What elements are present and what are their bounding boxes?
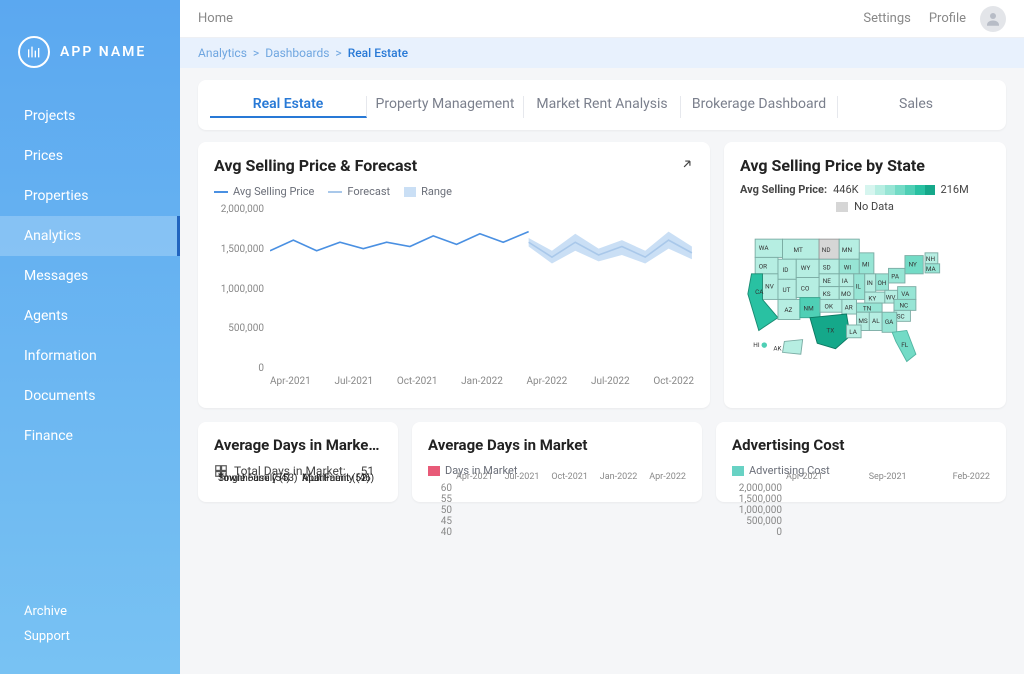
card-title: Avg Selling Price by State: [740, 156, 990, 175]
sidebar-item-information[interactable]: Information: [0, 336, 180, 376]
tab-sales[interactable]: Sales: [838, 96, 994, 118]
sidebar-nav: Projects Prices Properties Analytics Mes…: [0, 96, 180, 604]
us-map[interactable]: WA MT ND MN OR ID WY SD WI MI NE IA IL I…: [740, 213, 990, 394]
dashboard-tabs: Real Estate Property Management Market R…: [198, 80, 1006, 130]
svg-text:AZ: AZ: [785, 307, 793, 315]
sidebar-footer-support[interactable]: Support: [24, 629, 156, 644]
svg-text:IA: IA: [842, 277, 849, 285]
map-nodata: No Data: [740, 200, 990, 213]
svg-text:VA: VA: [902, 290, 911, 298]
expand-icon[interactable]: [680, 156, 694, 175]
svg-text:OK: OK: [825, 303, 833, 311]
svg-text:TX: TX: [827, 327, 835, 335]
breadcrumb-sep: >: [335, 46, 341, 60]
topbar-home[interactable]: Home: [198, 11, 233, 26]
svg-text:MS: MS: [859, 318, 869, 326]
topbar-settings[interactable]: Settings: [863, 11, 910, 26]
map-legend: Avg Selling Price: 446K 216M: [740, 183, 990, 196]
app-logo: APP NAME: [0, 0, 180, 96]
sidebar-item-prices[interactable]: Prices: [0, 136, 180, 176]
svg-text:OH: OH: [878, 279, 887, 287]
legend-avg: Avg Selling Price: [214, 185, 314, 198]
tab-brokerage[interactable]: Brokerage Dashboard: [681, 96, 838, 118]
svg-text:ID: ID: [783, 266, 789, 274]
svg-text:ND: ND: [822, 246, 831, 254]
svg-text:NE: NE: [823, 277, 832, 285]
breadcrumb-level2[interactable]: Dashboards: [265, 46, 329, 60]
card-forecast: Avg Selling Price & Forecast Avg Selling…: [198, 142, 710, 408]
sidebar: APP NAME Projects Prices Properties Anal…: [0, 0, 180, 674]
logo-icon: [18, 36, 50, 68]
svg-text:UT: UT: [783, 287, 791, 295]
svg-text:HI: HI: [754, 341, 761, 349]
svg-text:MN: MN: [842, 246, 853, 254]
svg-text:CA: CA: [755, 288, 764, 296]
card-title: Average Days in Marke…: [214, 436, 382, 454]
sidebar-item-projects[interactable]: Projects: [0, 96, 180, 136]
svg-text:IL: IL: [856, 283, 862, 291]
svg-text:MI: MI: [862, 261, 870, 269]
card-map: Avg Selling Price by State Avg Selling P…: [724, 142, 1006, 408]
svg-text:FL: FL: [902, 341, 910, 349]
svg-text:WA: WA: [759, 245, 770, 253]
avatar[interactable]: [980, 6, 1006, 32]
svg-text:IN: IN: [867, 279, 874, 287]
svg-text:OR: OR: [759, 263, 767, 271]
card-title: Advertising Cost: [732, 436, 990, 454]
legend-range: Range: [404, 185, 452, 198]
sidebar-item-documents[interactable]: Documents: [0, 376, 180, 416]
svg-text:LA: LA: [849, 329, 857, 337]
svg-text:MT: MT: [794, 246, 803, 254]
svg-text:GA: GA: [885, 318, 894, 326]
svg-text:NC: NC: [900, 302, 909, 310]
tab-property-mgmt[interactable]: Property Management: [367, 96, 524, 118]
svg-text:AL: AL: [872, 318, 880, 326]
legend-forecast: Forecast: [328, 185, 390, 198]
svg-text:AK: AK: [774, 345, 782, 353]
svg-text:WI: WI: [844, 264, 852, 272]
main: Home Settings Profile Analytics > Dashbo…: [180, 0, 1024, 674]
svg-text:WY: WY: [801, 265, 811, 273]
card-days: Average Days in Market Days in Market 60…: [412, 422, 702, 502]
svg-text:MO: MO: [841, 290, 852, 298]
svg-text:NH: NH: [926, 255, 936, 263]
card-title: Average Days in Market: [428, 436, 686, 454]
svg-text:SC: SC: [897, 313, 905, 321]
user-icon: [984, 10, 1002, 28]
sidebar-item-agents[interactable]: Agents: [0, 296, 180, 336]
tab-real-estate[interactable]: Real Estate: [210, 96, 367, 118]
card-treemap: Average Days in Marke… Total Days in Mar…: [198, 422, 398, 502]
topbar-profile[interactable]: Profile: [929, 11, 966, 26]
svg-text:NM: NM: [804, 305, 815, 313]
svg-text:NV: NV: [765, 283, 774, 291]
svg-text:TN: TN: [863, 305, 872, 313]
sidebar-footer-archive[interactable]: Archive: [24, 604, 156, 619]
sidebar-item-finance[interactable]: Finance: [0, 416, 180, 456]
sidebar-item-messages[interactable]: Messages: [0, 256, 180, 296]
sidebar-footer: Archive Support: [0, 604, 180, 674]
svg-text:PA: PA: [891, 273, 900, 281]
svg-text:AR: AR: [845, 304, 853, 312]
svg-text:MA: MA: [926, 266, 937, 274]
svg-text:KS: KS: [823, 290, 831, 298]
tab-market-rent[interactable]: Market Rent Analysis: [524, 96, 681, 118]
card-advertising: Advertising Cost Advertising Cost 2,000,…: [716, 422, 1006, 502]
breadcrumb-current: Real Estate: [348, 46, 408, 60]
breadcrumb-sep: >: [253, 46, 259, 60]
svg-text:KY: KY: [869, 295, 877, 303]
card-title: Avg Selling Price & Forecast: [214, 156, 694, 175]
svg-text:SD: SD: [823, 264, 831, 272]
forecast-chart: 2,000,0001,500,0001,000,000500,0000 Apr-…: [214, 204, 694, 394]
breadcrumb-level1[interactable]: Analytics: [198, 46, 247, 60]
sidebar-item-analytics[interactable]: Analytics: [0, 216, 180, 256]
svg-text:NY: NY: [909, 261, 917, 269]
breadcrumb: Analytics > Dashboards > Real Estate: [180, 38, 1024, 68]
adv-chart: 2,000,0001,500,0001,000,000500,0000 Apr-…: [732, 483, 990, 488]
days-chart: 6055504540 Apr-2021Jul-2021Oct-2021Jan-2…: [428, 483, 686, 488]
app-name: APP NAME: [60, 44, 146, 60]
sidebar-item-properties[interactable]: Properties: [0, 176, 180, 216]
forecast-legend: Avg Selling Price Forecast Range: [214, 185, 694, 198]
svg-text:CO: CO: [801, 285, 810, 293]
topbar: Home Settings Profile: [180, 0, 1024, 38]
